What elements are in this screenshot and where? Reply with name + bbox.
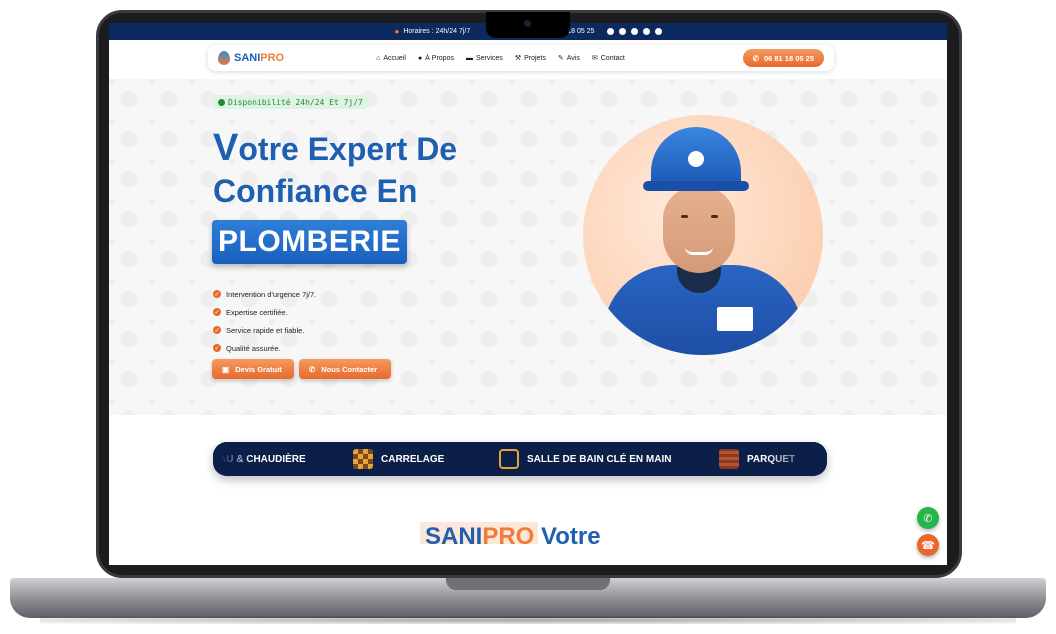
camera-icon <box>524 20 531 27</box>
title-line1: otre Expert De <box>238 131 458 167</box>
section-title-rest: Votre <box>534 523 601 550</box>
hero-section: Disponibilité 24h/24 Et 7j/7 Votre Exper… <box>109 79 947 415</box>
title-first-letter: V <box>213 127 239 169</box>
eye-left <box>681 215 688 218</box>
review-icon: ✎ <box>557 55 564 62</box>
title-highlight: PLOMBERIE <box>212 220 407 264</box>
name-tag <box>717 307 753 331</box>
hours-text: Horaires : 24h/24 7j/7 <box>403 28 471 35</box>
phone-call-button[interactable]: ✆ 06 81 18 05 25 <box>742 49 824 67</box>
section-brand-sani: SANI <box>425 523 483 550</box>
facebook-icon[interactable] <box>618 28 626 35</box>
list-item: ✓ Expertise certifiée. <box>213 303 316 321</box>
social-links <box>606 28 662 35</box>
feature-text: Service rapide et fiable. <box>226 325 305 335</box>
eye-right <box>711 215 718 218</box>
nav-item-avis[interactable]: ✎ Avis <box>557 54 580 63</box>
feature-list: ✓ Intervention d'urgence 7j/7. ✓ Expertise… <box>213 285 316 357</box>
nav-label: À Propos <box>425 54 454 62</box>
nav-menu: ⌂ Accueil ● À Propos ▬ Services ⚒ Projets ✎ A… <box>376 54 625 63</box>
briefcase-icon: ▬ <box>465 54 473 62</box>
nav-item-contact[interactable]: ✉ Contact <box>591 54 625 63</box>
home-icon: ⌂ <box>376 54 381 62</box>
parquet-icon <box>719 449 739 469</box>
list-item: ✓ Intervention d'urgence 7j/7. <box>213 285 316 303</box>
check-icon: ✓ <box>213 326 221 334</box>
mail-icon: ✉ <box>591 55 598 62</box>
nav-item-projets[interactable]: ⚒ Projets <box>514 54 546 63</box>
nav-label: Accueil <box>383 54 406 62</box>
logo-text-pro: PRO <box>260 52 285 64</box>
availability-badge: Disponibilité 24h/24 Et 7j/7 <box>213 95 368 109</box>
nav-label: Projets <box>524 54 546 62</box>
title-line2: Confiance En <box>213 173 418 209</box>
feature-text: Expertise certifiée. <box>226 307 288 317</box>
marquee-fade-left <box>213 442 253 476</box>
check-icon: ✓ <box>213 290 221 298</box>
phone-icon: ✆ <box>309 364 316 374</box>
section-brand-pro: PRO <box>482 523 535 550</box>
marquee-fade-right <box>767 442 827 476</box>
nav-item-a-propos[interactable]: ● À Propos <box>418 54 454 62</box>
marquee-label: SALLE DE BAIN CLÉ EN MAIN <box>527 453 672 465</box>
browser-screen: ● Horaires : 24h/24 7j/7 ✉ sanipro2 06 8… <box>109 23 947 565</box>
section-title: SANIPRO Votre <box>425 523 601 551</box>
logo-text-sani: SANI <box>234 52 261 64</box>
marquee-label: CARRELAGE <box>381 453 445 465</box>
helmet-brim <box>643 181 749 191</box>
whatsapp-icon: ✆ <box>923 512 933 525</box>
logo-text: SANIPRO <box>234 52 284 64</box>
contact-button-label: Nous Contacter <box>321 364 378 374</box>
list-item: ✓ Service rapide et fiable. <box>213 321 316 339</box>
nav-label: Contact <box>600 54 625 62</box>
location-icon[interactable] <box>654 28 662 35</box>
helmet-logo-icon <box>688 151 704 167</box>
phone-icon: ☎ <box>921 539 935 552</box>
hammer-icon: ⚒ <box>514 55 522 62</box>
clock-icon: ● <box>394 27 400 36</box>
nav-item-accueil[interactable]: ⌂ Accueil <box>376 54 406 62</box>
marquee-item[interactable]: SALLE DE BAIN CLÉ EN MAIN <box>499 448 671 470</box>
bathtub-icon <box>499 449 519 469</box>
document-icon: ▣ <box>222 364 230 374</box>
water-drop-icon <box>218 51 230 65</box>
nav-item-services[interactable]: ▬ Services <box>466 54 503 62</box>
laptop-shadow <box>40 616 1016 624</box>
whatsapp-float-button[interactable]: ✆ <box>917 507 939 529</box>
quote-button-label: Devis Gratuit <box>235 364 282 374</box>
site-logo[interactable]: SANIPRO <box>218 51 284 65</box>
main-navbar: SANIPRO ⌂ Accueil ● À Propos ▬ Services ⚒ Pr… <box>208 45 834 71</box>
free-quote-button[interactable]: ▣ Devis Gratuit <box>212 359 294 379</box>
tiktok-icon[interactable] <box>606 28 614 35</box>
check-icon: ✓ <box>213 308 221 316</box>
marquee-item[interactable]: CARRELAGE <box>353 448 444 470</box>
services-marquee: AU & CHAUDIÈRE CARRELAGE SALLE DE BAIN C… <box>213 442 827 476</box>
badge-text: Disponibilité 24h/24 Et 7j/7 <box>228 97 363 107</box>
tile-icon <box>353 449 373 469</box>
instagram-icon[interactable] <box>630 28 638 35</box>
phone-icon: ✆ <box>752 53 759 63</box>
plumber-portrait <box>583 115 823 355</box>
check-icon: ✓ <box>213 344 221 352</box>
smile <box>685 247 713 255</box>
feature-text: Qualité assurée. <box>226 343 281 353</box>
user-icon: ● <box>417 54 423 62</box>
phone-button-label: 06 81 18 05 25 <box>763 53 814 63</box>
contact-us-button[interactable]: ✆ Nous Contacter <box>299 359 391 379</box>
clock-icon <box>218 98 225 106</box>
nav-label: Avis <box>566 54 580 62</box>
hero-title: Votre Expert De Confiance En <box>213 127 553 212</box>
hours-info: ● Horaires : 24h/24 7j/7 <box>394 27 470 36</box>
whatsapp-icon[interactable] <box>642 28 650 35</box>
call-float-button[interactable]: ☎ <box>917 534 939 556</box>
laptop-base-lip <box>446 578 610 590</box>
feature-text: Intervention d'urgence 7j/7. <box>226 289 317 299</box>
face <box>663 187 735 273</box>
nav-label: Services <box>475 54 503 62</box>
list-item: ✓ Qualité assurée. <box>213 339 316 357</box>
